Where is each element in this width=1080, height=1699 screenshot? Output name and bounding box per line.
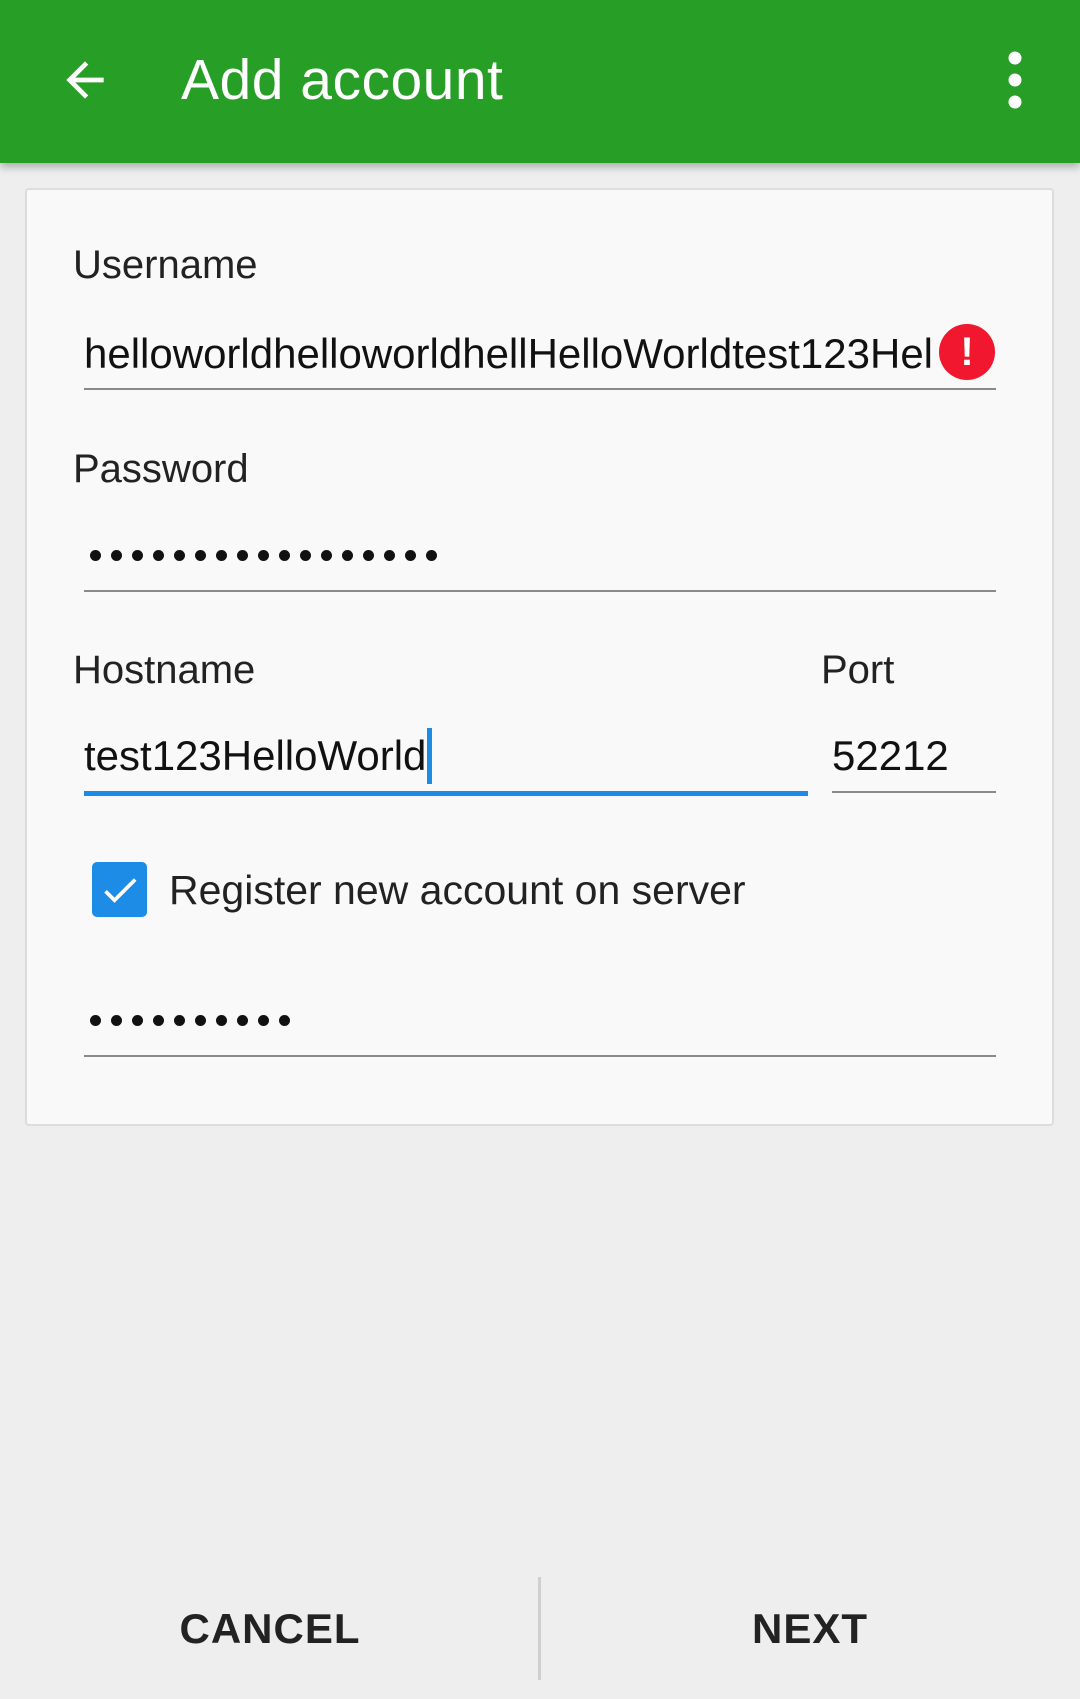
text-cursor <box>427 728 433 784</box>
app-bar: Add account <box>0 0 1080 163</box>
overflow-menu-button[interactable] <box>980 40 1050 120</box>
page-title: Add account <box>181 48 504 112</box>
more-vert-icon <box>1008 51 1022 109</box>
back-button[interactable] <box>45 40 125 120</box>
hostname-value-wrap: test123HelloWorld <box>84 728 433 784</box>
confirm-password-mask <box>90 992 290 1048</box>
password-field[interactable] <box>84 527 996 592</box>
hostname-value: test123HelloWorld <box>84 732 427 779</box>
username-label: Username <box>73 243 258 287</box>
port-field[interactable]: 52212 <box>832 728 996 793</box>
password-label: Password <box>73 447 249 491</box>
register-label[interactable]: Register new account on server <box>169 866 746 914</box>
hostname-label: Hostname <box>73 648 256 692</box>
checkmark-icon <box>103 877 136 903</box>
next-button[interactable]: NEXT <box>540 1559 1080 1699</box>
arrow-back-icon <box>66 61 104 99</box>
confirm-password-field[interactable] <box>84 992 996 1057</box>
password-mask <box>90 527 437 583</box>
username-field[interactable]: helloworldhelloworldhellHelloWorldtest12… <box>84 324 996 390</box>
username-value: helloworldhelloworldhellHelloWorldtest12… <box>84 330 934 377</box>
register-checkbox[interactable] <box>92 862 147 917</box>
port-label: Port <box>821 648 895 692</box>
hostname-field[interactable]: test123HelloWorld <box>84 728 808 796</box>
cancel-button[interactable]: CANCEL <box>0 1559 540 1699</box>
port-value: 52212 <box>832 732 949 779</box>
error-icon: ! <box>939 324 995 380</box>
